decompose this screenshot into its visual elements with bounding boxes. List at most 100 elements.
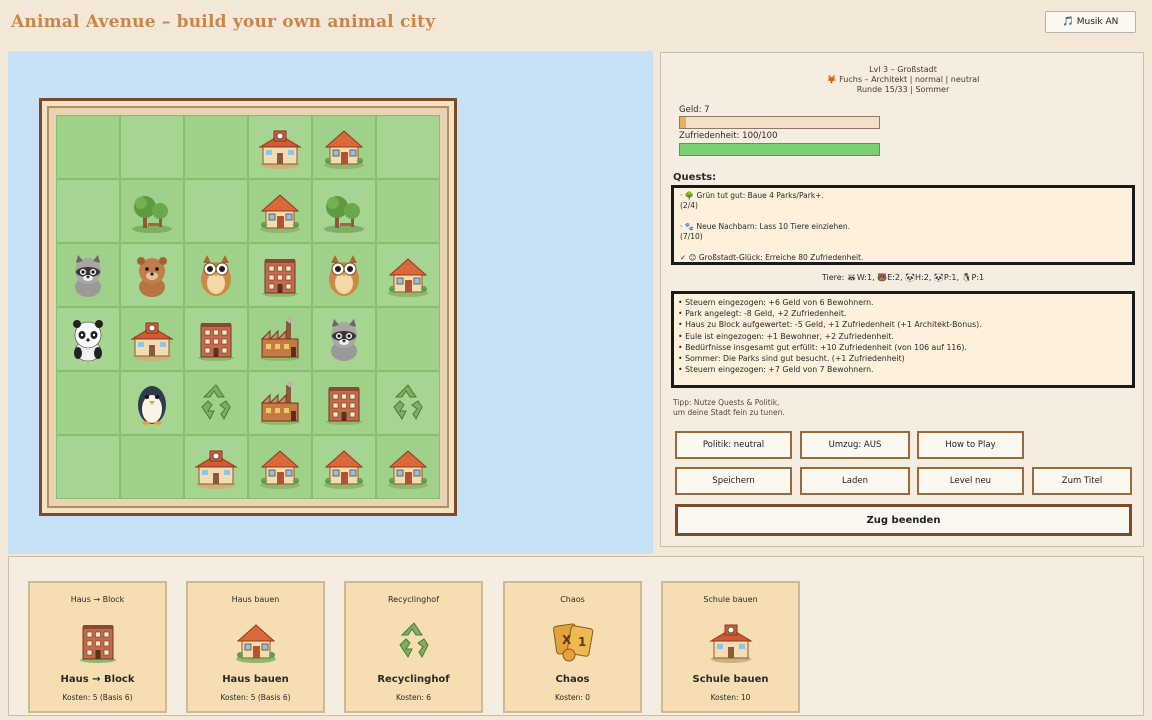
grid-cell[interactable] [184, 307, 248, 371]
board-frame [39, 98, 457, 516]
card-haus-bauen[interactable]: Haus bauen Haus bauen Kosten: 5 (Basis 6… [186, 581, 325, 713]
grid-cell[interactable] [120, 435, 184, 499]
animals-summary: Tiere: 🦝W:1, 🐻E:2, 🐼H:2, 🐼P:1, 🐧P:1 [821, 273, 985, 282]
house-icon [256, 187, 304, 235]
status-header: Lvl 3 – Großstadt 🦊 Fuchs – Architekt | … [661, 65, 1145, 95]
school-icon [192, 443, 240, 491]
card-recyclinghof[interactable]: Recyclinghof Recyclinghof Kosten: 6 [344, 581, 483, 713]
park-icon [320, 187, 368, 235]
grid-cell[interactable] [120, 307, 184, 371]
grid-cell[interactable] [120, 179, 184, 243]
card-chaos[interactable]: Chaos X1 Chaos Kosten: 0 [503, 581, 642, 713]
grid-cell[interactable] [312, 115, 376, 179]
quest-item: · 🌳 Grün tut gut: Baue 4 Parks/Park+. (2… [680, 191, 1126, 211]
grid-cell[interactable] [376, 179, 440, 243]
card-name: Chaos [555, 674, 590, 685]
raccoon-icon [64, 251, 112, 299]
grid-cell[interactable] [248, 371, 312, 435]
grid-cell[interactable] [248, 435, 312, 499]
grid-cell[interactable] [120, 371, 184, 435]
card-haus-block[interactable]: Haus → Block Haus → Block Kosten: 5 (Bas… [28, 581, 167, 713]
music-toggle-button[interactable]: 🎵 Musik AN [1045, 11, 1136, 33]
card-cost: Kosten: 5 (Basis 6) [220, 693, 291, 702]
grid-cell[interactable] [56, 243, 120, 307]
grid-cell[interactable] [56, 179, 120, 243]
quest-text: ✓ 😊 Großstadt-Glück: Erreiche 80 Zufried… [680, 253, 864, 262]
quest-item: · 🐾 Neue Nachbarn: Lass 10 Tiere einzieh… [680, 222, 1126, 242]
money-bar-fill [680, 117, 686, 128]
umzug-button[interactable]: Umzug: AUS [800, 431, 910, 459]
penguin-icon [128, 379, 176, 427]
svg-text:X: X [562, 633, 572, 647]
city-grid [56, 115, 440, 499]
grid-cell[interactable] [376, 371, 440, 435]
card-title: Haus → Block [70, 595, 125, 604]
satisfaction-bar-fill [680, 144, 879, 155]
grid-cell[interactable] [184, 435, 248, 499]
grid-cell[interactable] [248, 307, 312, 371]
recycling-icon [386, 381, 430, 425]
end-turn-button[interactable]: Zug beenden [675, 504, 1132, 536]
grid-cell[interactable] [184, 371, 248, 435]
role-text: 🦊 Fuchs – Architekt | normal | neutral [826, 75, 980, 84]
hand-cards-label: Handkarten [21, 562, 75, 571]
board-area [8, 51, 653, 554]
how-to-play-button[interactable]: How to Play [917, 431, 1024, 459]
owl-icon [320, 251, 368, 299]
hand-cards-area: Handkarten Haus → Block Haus → Block Kos… [8, 556, 1144, 716]
grid-cell[interactable] [184, 243, 248, 307]
satisfaction-label: Zufriedenheit: 100/100 [679, 131, 778, 141]
politik-button[interactable]: Politik: neutral [675, 431, 792, 459]
grid-cell[interactable] [120, 115, 184, 179]
house-icon [384, 251, 432, 299]
card-cost: Kosten: 6 [395, 693, 432, 702]
grid-cell[interactable] [56, 115, 120, 179]
log-entry: • Park angelegt: -8 Geld, +2 Zufriedenhe… [678, 309, 847, 319]
card-title: Chaos [560, 595, 585, 604]
save-button[interactable]: Speichern [675, 467, 792, 495]
grid-cell[interactable] [312, 371, 376, 435]
grid-cell[interactable] [376, 435, 440, 499]
school-icon [128, 315, 176, 363]
card-title: Recyclinghof [387, 595, 440, 604]
load-button[interactable]: Laden [800, 467, 910, 495]
chaos-icon: X1 [547, 615, 599, 667]
card-cost: Kosten: 0 [554, 693, 591, 702]
grid-cell[interactable] [184, 179, 248, 243]
quests-list: · 🌳 Grün tut gut: Baue 4 Parks/Park+. (2… [671, 185, 1135, 265]
quest-text: · 🌳 Grün tut gut: Baue 4 Parks/Park+. [680, 191, 824, 200]
card-title: Haus bauen [231, 595, 280, 604]
grid-cell[interactable] [312, 243, 376, 307]
recycling-icon [194, 381, 238, 425]
money-bar [679, 116, 880, 129]
to-title-button[interactable]: Zum Titel [1032, 467, 1132, 495]
house-icon [230, 615, 282, 667]
satisfaction-bar [679, 143, 880, 156]
grid-cell[interactable] [248, 179, 312, 243]
grid-cell[interactable] [120, 243, 184, 307]
grid-cell[interactable] [248, 115, 312, 179]
card-name: Haus bauen [222, 674, 289, 685]
grid-cell[interactable] [376, 115, 440, 179]
grid-cell[interactable] [248, 243, 312, 307]
block-icon [72, 615, 124, 667]
block-icon [256, 251, 304, 299]
school-icon [705, 615, 757, 667]
grid-cell[interactable] [312, 307, 376, 371]
grid-cell[interactable] [184, 115, 248, 179]
card-schule-bauen[interactable]: Schule bauen Schule bauen Kosten: 10 [661, 581, 800, 713]
grid-cell[interactable] [56, 435, 120, 499]
grid-cell[interactable] [56, 307, 120, 371]
card-name: Haus → Block [60, 674, 135, 685]
grid-cell[interactable] [312, 179, 376, 243]
grid-cell[interactable] [376, 307, 440, 371]
house-icon [320, 123, 368, 171]
grid-cell[interactable] [376, 243, 440, 307]
grid-cell[interactable] [56, 371, 120, 435]
grid-cell[interactable] [312, 435, 376, 499]
card-title: Schule bauen [703, 595, 758, 604]
house-icon [320, 443, 368, 491]
log-entry: • Eule ist eingezogen: +1 Bewohner, +2 Z… [678, 331, 894, 341]
panda-icon [64, 315, 112, 363]
new-level-button[interactable]: Level neu [917, 467, 1024, 495]
